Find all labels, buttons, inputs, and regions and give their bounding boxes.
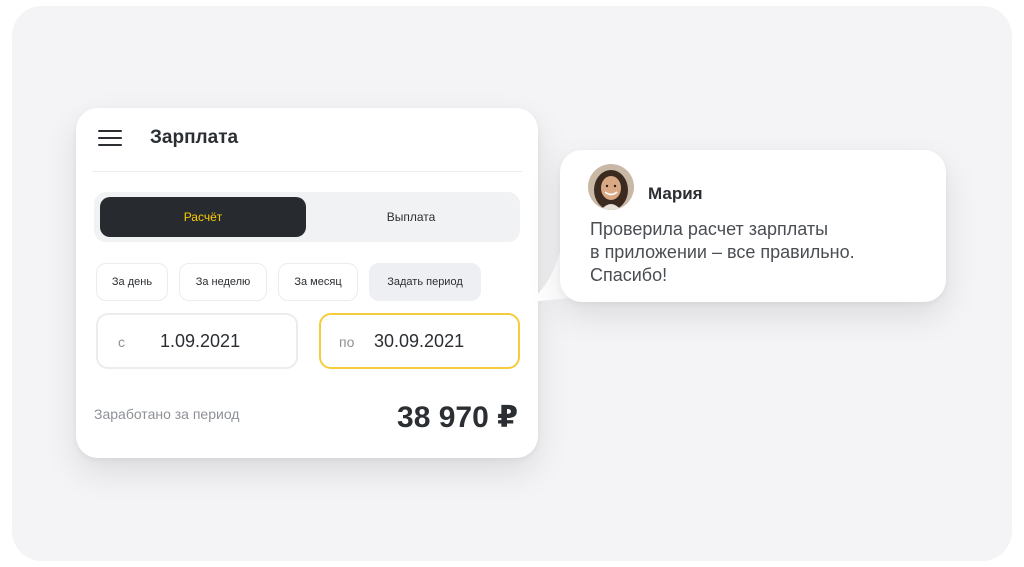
chip-day[interactable]: За день: [96, 263, 168, 301]
review-message-line: в приложении – все правильно.: [590, 242, 855, 262]
date-from-prefix: с: [118, 334, 125, 350]
hamburger-menu-icon[interactable]: [98, 130, 122, 150]
mode-switch: Расчёт Выплата: [94, 192, 520, 242]
chip-month[interactable]: За месяц: [278, 263, 358, 301]
date-to-value: 30.09.2021: [374, 331, 465, 351]
review-message: Проверила расчет зарплаты в приложении –…: [590, 218, 930, 287]
salary-card: Зарплата Расчёт Выплата За день За недел…: [76, 108, 538, 458]
avatar: [588, 164, 634, 210]
tab-payout[interactable]: Выплата: [308, 197, 514, 237]
review-author: Мария: [648, 184, 703, 203]
date-to-field[interactable]: по 30.09.2021: [319, 313, 520, 369]
chip-week[interactable]: За неделю: [179, 263, 267, 301]
earned-label: Заработано за период: [94, 406, 240, 422]
review-bubble: Мария Проверила расчет зарплаты в прилож…: [560, 150, 946, 302]
header-divider: [92, 171, 522, 172]
page-title: Зарплата: [150, 127, 239, 148]
review-message-line: Спасибо!: [590, 265, 668, 285]
chip-custom-period[interactable]: Задать период: [369, 263, 481, 301]
earned-amount: 38 970 ₽: [397, 401, 518, 434]
review-message-line: Проверила расчет зарплаты: [590, 219, 829, 239]
date-from-field[interactable]: с 1.09.2021: [96, 313, 298, 369]
date-to-prefix: по: [339, 334, 355, 350]
tab-calculation[interactable]: Расчёт: [100, 197, 306, 237]
date-from-value: 1.09.2021: [160, 331, 241, 351]
